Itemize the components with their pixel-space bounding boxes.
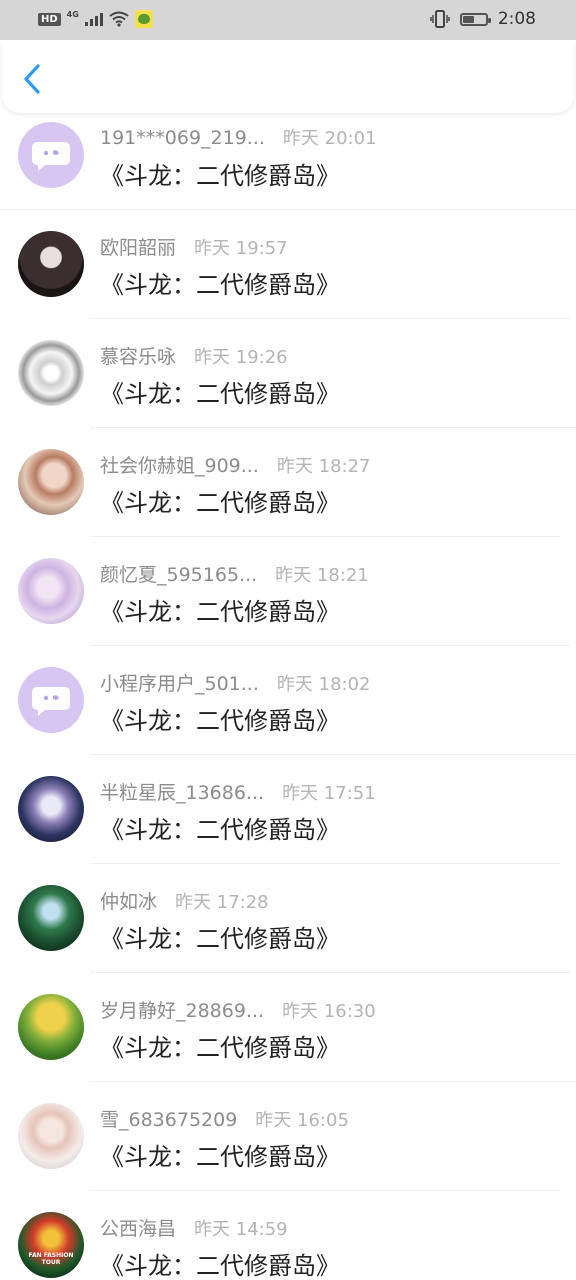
sender-name: 半粒星辰_13686... <box>100 782 265 804</box>
signal-icon <box>84 12 103 26</box>
back-button[interactable] <box>18 62 48 96</box>
wifi-icon <box>109 11 129 27</box>
hd-icon: HD <box>38 12 61 26</box>
message-meta: 欧阳韶丽 昨天 19:57 <box>100 233 288 260</box>
network-type-label: 4G <box>66 9 79 19</box>
sender-name: 仲如冰 <box>100 891 158 913</box>
message-row[interactable]: 颜忆夏_595165... 昨天 18:21 《斗龙：二代修爵岛》 <box>0 550 576 659</box>
message-row[interactable]: 半粒星辰_13686... 昨天 17:51 《斗龙：二代修爵岛》 <box>0 768 576 877</box>
nav-bar <box>2 40 574 113</box>
battery-icon <box>459 12 491 26</box>
chat-bubble-icon <box>32 687 70 716</box>
sender-name: 191***069_219... <box>100 127 265 149</box>
message-row[interactable]: 191***069_219... 昨天 20:01 《斗龙：二代修爵岛》 <box>0 114 576 223</box>
avatar-photo[interactable]: FAN FASHION TOUR <box>18 1212 84 1278</box>
message-time: 昨天 18:27 <box>276 456 371 477</box>
row-divider <box>90 645 570 646</box>
message-title: 《斗龙：二代修爵岛》 <box>100 162 340 190</box>
message-time: 昨天 16:05 <box>255 1110 349 1131</box>
message-title: 《斗龙：二代修爵岛》 <box>100 1034 340 1062</box>
message-meta: 191***069_219... 昨天 20:01 <box>100 124 377 150</box>
message-time: 昨天 17:51 <box>282 783 376 804</box>
message-title: 《斗龙：二代修爵岛》 <box>100 816 340 844</box>
row-divider <box>90 318 570 319</box>
status-left-icons: HD 4G <box>38 10 153 28</box>
avatar[interactable] <box>18 667 84 733</box>
row-divider <box>90 427 576 428</box>
message-meta: 仲如冰 昨天 17:28 <box>100 887 269 914</box>
message-time: 昨天 16:30 <box>282 1001 376 1022</box>
message-title: 《斗龙：二代修爵岛》 <box>100 1143 340 1171</box>
message-row[interactable]: FAN FASHION TOUR 公西海昌 昨天 14:59 《斗龙：二代修爵岛》 <box>0 1204 576 1280</box>
message-meta: 小程序用户_501... 昨天 18:02 <box>100 669 371 696</box>
sender-name: 公西海昌 <box>100 1218 177 1240</box>
row-divider <box>0 209 576 210</box>
avatar-photo[interactable] <box>18 340 84 406</box>
chevron-left-icon <box>24 64 40 94</box>
message-row[interactable]: 社会你赫姐_909... 昨天 18:27 《斗龙：二代修爵岛》 <box>0 441 576 550</box>
message-time: 昨天 18:21 <box>275 565 369 586</box>
message-meta: 社会你赫姐_909... 昨天 18:27 <box>100 451 371 478</box>
message-list: 191***069_219... 昨天 20:01 《斗龙：二代修爵岛》 欧阳韶丽 昨天… <box>0 114 576 1280</box>
message-title: 《斗龙：二代修爵岛》 <box>100 598 340 626</box>
message-row[interactable]: 慕容乐咏 昨天 19:26 《斗龙：二代修爵岛》 <box>0 332 576 441</box>
avatar-photo[interactable] <box>18 885 84 951</box>
message-meta: 雪_683675209 昨天 16:05 <box>100 1105 349 1132</box>
row-divider <box>90 1190 560 1191</box>
sender-name: 岁月静好_28869... <box>100 1000 265 1022</box>
sender-name: 欧阳韶丽 <box>100 237 177 259</box>
chat-bubble-icon <box>32 142 70 171</box>
sender-name: 小程序用户_501... <box>100 673 259 695</box>
avatar-photo[interactable] <box>18 994 84 1060</box>
avatar-photo[interactable] <box>18 558 84 624</box>
message-row[interactable]: 仲如冰 昨天 17:28 《斗龙：二代修爵岛》 <box>0 877 576 986</box>
avatar[interactable] <box>18 122 84 188</box>
message-time: 昨天 18:02 <box>276 674 371 695</box>
row-divider <box>90 972 570 973</box>
message-row[interactable]: 岁月静好_28869... 昨天 16:30 《斗龙：二代修爵岛》 <box>0 986 576 1095</box>
sender-name: 社会你赫姐_909... <box>100 455 259 477</box>
status-right-icons: 2:08 <box>430 9 536 29</box>
sender-name: 雪_683675209 <box>100 1109 238 1131</box>
message-title: 《斗龙：二代修爵岛》 <box>100 925 340 953</box>
avatar-photo[interactable] <box>18 1103 84 1169</box>
message-meta: 颜忆夏_595165... 昨天 18:21 <box>100 560 369 587</box>
row-divider <box>90 536 560 537</box>
message-row[interactable]: 欧阳韶丽 昨天 19:57 《斗龙：二代修爵岛》 <box>0 223 576 332</box>
message-time: 昨天 17:28 <box>175 892 269 913</box>
status-time: 2:08 <box>497 9 536 29</box>
message-time: 昨天 19:57 <box>194 238 288 259</box>
avatar-caption: FAN FASHION TOUR <box>28 1252 74 1266</box>
sender-name: 颜忆夏_595165... <box>100 564 258 586</box>
sender-name: 慕容乐咏 <box>100 346 177 368</box>
message-time: 昨天 14:59 <box>194 1219 288 1240</box>
message-time: 昨天 20:01 <box>282 128 377 149</box>
message-title: 《斗龙：二代修爵岛》 <box>100 1252 340 1280</box>
vibrate-icon <box>430 10 450 28</box>
message-title: 《斗龙：二代修爵岛》 <box>100 271 340 299</box>
message-row[interactable]: 雪_683675209 昨天 16:05 《斗龙：二代修爵岛》 <box>0 1095 576 1204</box>
message-row[interactable]: 小程序用户_501... 昨天 18:02 《斗龙：二代修爵岛》 <box>0 659 576 768</box>
message-meta: 岁月静好_28869... 昨天 16:30 <box>100 996 376 1023</box>
message-meta: 慕容乐咏 昨天 19:26 <box>100 342 288 369</box>
message-title: 《斗龙：二代修爵岛》 <box>100 707 340 735</box>
row-divider <box>90 754 576 755</box>
row-divider <box>90 863 560 864</box>
avatar-photo[interactable] <box>18 231 84 297</box>
row-divider <box>90 1081 576 1082</box>
avatar-photo[interactable] <box>18 776 84 842</box>
message-meta: 半粒星辰_13686... 昨天 17:51 <box>100 778 376 805</box>
battery-level-fill <box>462 15 474 23</box>
avatar-photo[interactable] <box>18 449 84 515</box>
message-time: 昨天 19:26 <box>194 347 288 368</box>
wechat-icon <box>134 10 153 28</box>
message-meta: 公西海昌 昨天 14:59 <box>100 1214 288 1241</box>
status-bar: HD 4G 2:08 <box>0 0 576 40</box>
message-title: 《斗龙：二代修爵岛》 <box>100 489 340 517</box>
message-title: 《斗龙：二代修爵岛》 <box>100 380 340 408</box>
